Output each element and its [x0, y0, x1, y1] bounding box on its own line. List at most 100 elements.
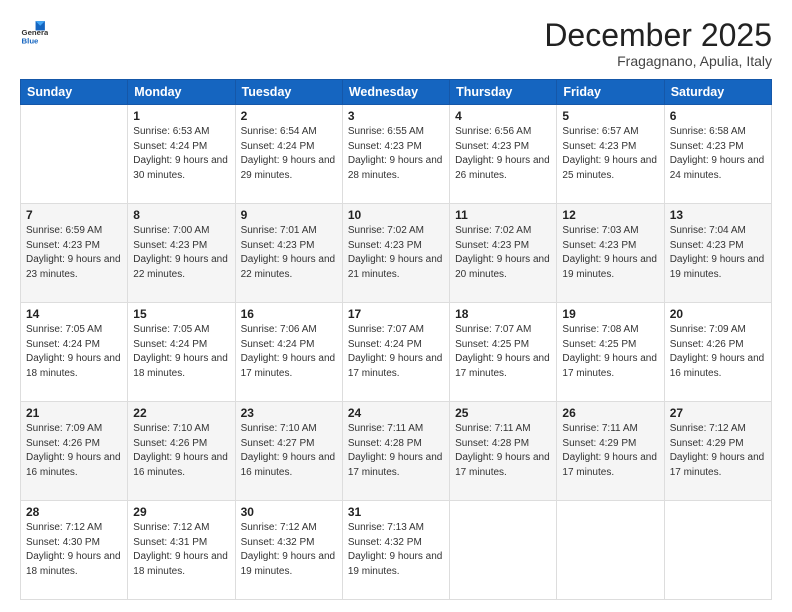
day-info: Sunrise: 7:13 AM Sunset: 4:32 PM Dayligh…: [348, 521, 444, 579]
sunset: Sunset: 4:23 PM: [133, 240, 207, 251]
sunrise: Sunrise: 6:55 AM: [348, 126, 424, 137]
sunset: Sunset: 4:23 PM: [348, 240, 422, 251]
sunset: Sunset: 4:24 PM: [133, 339, 207, 350]
col-tuesday: Tuesday: [235, 80, 342, 105]
col-monday: Monday: [128, 80, 235, 105]
day-number: 9: [241, 208, 337, 222]
daylight: Daylight: 9 hours and 17 minutes.: [455, 452, 550, 478]
daylight: Daylight: 9 hours and 16 minutes.: [133, 452, 228, 478]
svg-text:Blue: Blue: [22, 37, 40, 46]
sunrise: Sunrise: 6:59 AM: [26, 225, 102, 236]
day-number: 13: [670, 208, 766, 222]
sunset: Sunset: 4:29 PM: [670, 438, 744, 449]
calendar-cell: 15 Sunrise: 7:05 AM Sunset: 4:24 PM Dayl…: [128, 303, 235, 402]
day-info: Sunrise: 6:58 AM Sunset: 4:23 PM Dayligh…: [670, 125, 766, 183]
sunrise: Sunrise: 7:00 AM: [133, 225, 209, 236]
header: General Blue December 2025 Fragagnano, A…: [20, 18, 772, 69]
sunset: Sunset: 4:30 PM: [26, 537, 100, 548]
col-sunday: Sunday: [21, 80, 128, 105]
sunrise: Sunrise: 7:13 AM: [348, 522, 424, 533]
sunrise: Sunrise: 7:11 AM: [455, 423, 530, 434]
day-number: 28: [26, 505, 122, 519]
sunset: Sunset: 4:26 PM: [26, 438, 100, 449]
sunrise: Sunrise: 7:07 AM: [348, 324, 424, 335]
calendar-cell: 31 Sunrise: 7:13 AM Sunset: 4:32 PM Dayl…: [342, 501, 449, 600]
daylight: Daylight: 9 hours and 24 minutes.: [670, 155, 765, 181]
calendar-cell: 14 Sunrise: 7:05 AM Sunset: 4:24 PM Dayl…: [21, 303, 128, 402]
sunset: Sunset: 4:24 PM: [241, 339, 315, 350]
day-info: Sunrise: 7:11 AM Sunset: 4:28 PM Dayligh…: [455, 422, 551, 480]
daylight: Daylight: 9 hours and 19 minutes.: [348, 551, 443, 577]
day-number: 25: [455, 406, 551, 420]
day-info: Sunrise: 7:01 AM Sunset: 4:23 PM Dayligh…: [241, 224, 337, 282]
logo-icon: General Blue: [20, 18, 48, 46]
day-info: Sunrise: 7:07 AM Sunset: 4:24 PM Dayligh…: [348, 323, 444, 381]
calendar-cell: 17 Sunrise: 7:07 AM Sunset: 4:24 PM Dayl…: [342, 303, 449, 402]
day-info: Sunrise: 7:12 AM Sunset: 4:32 PM Dayligh…: [241, 521, 337, 579]
calendar-table: Sunday Monday Tuesday Wednesday Thursday…: [20, 79, 772, 600]
sunrise: Sunrise: 6:54 AM: [241, 126, 317, 137]
sunrise: Sunrise: 7:10 AM: [133, 423, 209, 434]
day-number: 14: [26, 307, 122, 321]
sunrise: Sunrise: 7:10 AM: [241, 423, 317, 434]
daylight: Daylight: 9 hours and 18 minutes.: [26, 551, 121, 577]
calendar-cell: [557, 501, 664, 600]
sunset: Sunset: 4:27 PM: [241, 438, 315, 449]
sunrise: Sunrise: 7:12 AM: [670, 423, 746, 434]
sunrise: Sunrise: 6:53 AM: [133, 126, 209, 137]
calendar-week-5: 28 Sunrise: 7:12 AM Sunset: 4:30 PM Dayl…: [21, 501, 772, 600]
day-number: 27: [670, 406, 766, 420]
day-info: Sunrise: 6:59 AM Sunset: 4:23 PM Dayligh…: [26, 224, 122, 282]
day-info: Sunrise: 7:00 AM Sunset: 4:23 PM Dayligh…: [133, 224, 229, 282]
sunset: Sunset: 4:29 PM: [562, 438, 636, 449]
col-saturday: Saturday: [664, 80, 771, 105]
daylight: Daylight: 9 hours and 16 minutes.: [241, 452, 336, 478]
daylight: Daylight: 9 hours and 17 minutes.: [455, 353, 550, 379]
day-info: Sunrise: 7:09 AM Sunset: 4:26 PM Dayligh…: [26, 422, 122, 480]
daylight: Daylight: 9 hours and 28 minutes.: [348, 155, 443, 181]
calendar-cell: 16 Sunrise: 7:06 AM Sunset: 4:24 PM Dayl…: [235, 303, 342, 402]
calendar-cell: 11 Sunrise: 7:02 AM Sunset: 4:23 PM Dayl…: [450, 204, 557, 303]
daylight: Daylight: 9 hours and 16 minutes.: [670, 353, 765, 379]
day-number: 10: [348, 208, 444, 222]
calendar-cell: 4 Sunrise: 6:56 AM Sunset: 4:23 PM Dayli…: [450, 105, 557, 204]
sunset: Sunset: 4:25 PM: [562, 339, 636, 350]
day-number: 4: [455, 109, 551, 123]
day-info: Sunrise: 7:10 AM Sunset: 4:27 PM Dayligh…: [241, 422, 337, 480]
day-info: Sunrise: 6:57 AM Sunset: 4:23 PM Dayligh…: [562, 125, 658, 183]
calendar-cell: 6 Sunrise: 6:58 AM Sunset: 4:23 PM Dayli…: [664, 105, 771, 204]
day-number: 21: [26, 406, 122, 420]
sunset: Sunset: 4:26 PM: [133, 438, 207, 449]
logo: General Blue: [20, 18, 48, 46]
calendar-cell: 29 Sunrise: 7:12 AM Sunset: 4:31 PM Dayl…: [128, 501, 235, 600]
sunrise: Sunrise: 7:11 AM: [348, 423, 423, 434]
sunset: Sunset: 4:23 PM: [348, 141, 422, 152]
daylight: Daylight: 9 hours and 29 minutes.: [241, 155, 336, 181]
daylight: Daylight: 9 hours and 23 minutes.: [26, 254, 121, 280]
calendar-week-1: 1 Sunrise: 6:53 AM Sunset: 4:24 PM Dayli…: [21, 105, 772, 204]
sunset: Sunset: 4:23 PM: [562, 240, 636, 251]
calendar-cell: 3 Sunrise: 6:55 AM Sunset: 4:23 PM Dayli…: [342, 105, 449, 204]
day-number: 5: [562, 109, 658, 123]
sunset: Sunset: 4:23 PM: [562, 141, 636, 152]
day-info: Sunrise: 6:55 AM Sunset: 4:23 PM Dayligh…: [348, 125, 444, 183]
daylight: Daylight: 9 hours and 17 minutes.: [348, 452, 443, 478]
title-section: December 2025 Fragagnano, Apulia, Italy: [544, 18, 772, 69]
day-info: Sunrise: 7:02 AM Sunset: 4:23 PM Dayligh…: [455, 224, 551, 282]
sunrise: Sunrise: 7:12 AM: [26, 522, 102, 533]
sunrise: Sunrise: 7:04 AM: [670, 225, 746, 236]
day-info: Sunrise: 7:07 AM Sunset: 4:25 PM Dayligh…: [455, 323, 551, 381]
header-row: Sunday Monday Tuesday Wednesday Thursday…: [21, 80, 772, 105]
calendar-cell: 18 Sunrise: 7:07 AM Sunset: 4:25 PM Dayl…: [450, 303, 557, 402]
calendar-cell: 30 Sunrise: 7:12 AM Sunset: 4:32 PM Dayl…: [235, 501, 342, 600]
sunset: Sunset: 4:32 PM: [241, 537, 315, 548]
day-info: Sunrise: 7:06 AM Sunset: 4:24 PM Dayligh…: [241, 323, 337, 381]
calendar-page: General Blue December 2025 Fragagnano, A…: [0, 0, 792, 612]
daylight: Daylight: 9 hours and 17 minutes.: [562, 353, 657, 379]
day-number: 16: [241, 307, 337, 321]
sunrise: Sunrise: 7:02 AM: [348, 225, 424, 236]
day-number: 29: [133, 505, 229, 519]
month-title: December 2025: [544, 18, 772, 53]
day-info: Sunrise: 7:10 AM Sunset: 4:26 PM Dayligh…: [133, 422, 229, 480]
daylight: Daylight: 9 hours and 21 minutes.: [348, 254, 443, 280]
